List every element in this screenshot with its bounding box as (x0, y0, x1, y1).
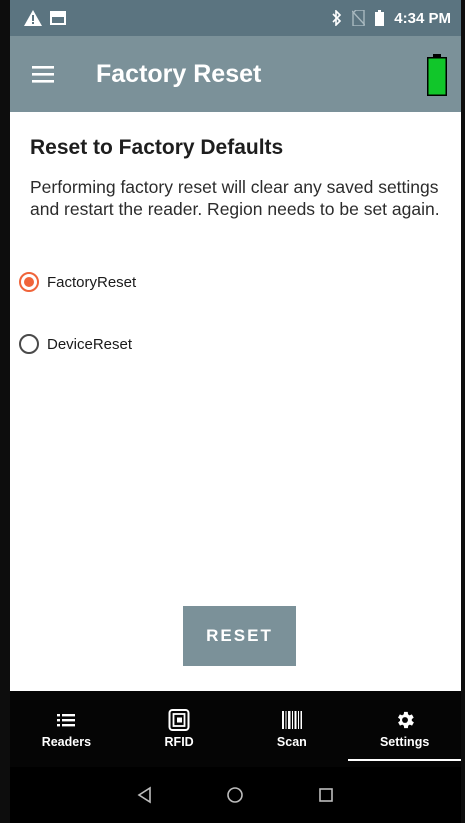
status-time: 4:34 PM (394, 9, 451, 27)
nav-label: Scan (276, 735, 307, 749)
nav-item-settings[interactable]: Settings (348, 691, 461, 767)
radio-button[interactable] (19, 334, 39, 354)
radio-button-selected[interactable] (19, 272, 39, 292)
no-sim-icon (352, 10, 366, 26)
app-bar: Factory Reset (10, 36, 461, 112)
reader-battery-icon[interactable] (427, 54, 447, 96)
content-area: Reset to Factory Defaults Performing fac… (10, 112, 461, 691)
battery-icon (375, 10, 385, 26)
bottom-navigation: Readers RFID Scan Settings (10, 691, 461, 767)
nav-item-readers[interactable]: Readers (10, 691, 123, 767)
reset-button[interactable]: RESET (183, 606, 296, 666)
nav-item-rfid[interactable]: RFID (123, 691, 236, 767)
description-text: Performing factory reset will clear any … (30, 177, 440, 219)
radio-label: DeviceReset (47, 335, 133, 353)
status-bar: 4:34 PM (10, 0, 461, 36)
device-screen: 4:34 PM Factory Reset Reset to Factory D… (0, 0, 465, 823)
image-icon (50, 11, 66, 25)
nav-label: Readers (41, 735, 92, 749)
list-icon (57, 714, 76, 727)
warning-icon (24, 10, 42, 26)
section-heading: Reset to Factory Defaults (30, 136, 284, 159)
recents-icon[interactable] (317, 786, 335, 804)
nav-label: Settings (379, 735, 430, 749)
gear-icon (397, 711, 414, 729)
home-icon[interactable] (226, 786, 244, 804)
page-title: Factory Reset (96, 59, 262, 88)
nav-label: RFID (164, 735, 194, 749)
bluetooth-icon (332, 10, 342, 26)
nav-item-scan[interactable]: Scan (236, 691, 349, 767)
barcode-icon (281, 711, 302, 729)
system-navigation-bar (10, 767, 461, 823)
radio-label: FactoryReset (47, 273, 137, 291)
rfid-icon (168, 709, 190, 731)
back-icon[interactable] (136, 786, 154, 804)
menu-icon[interactable] (32, 64, 58, 84)
radio-option-device-reset[interactable]: DeviceReset (19, 334, 132, 354)
radio-option-factory-reset[interactable]: FactoryReset (19, 272, 136, 292)
